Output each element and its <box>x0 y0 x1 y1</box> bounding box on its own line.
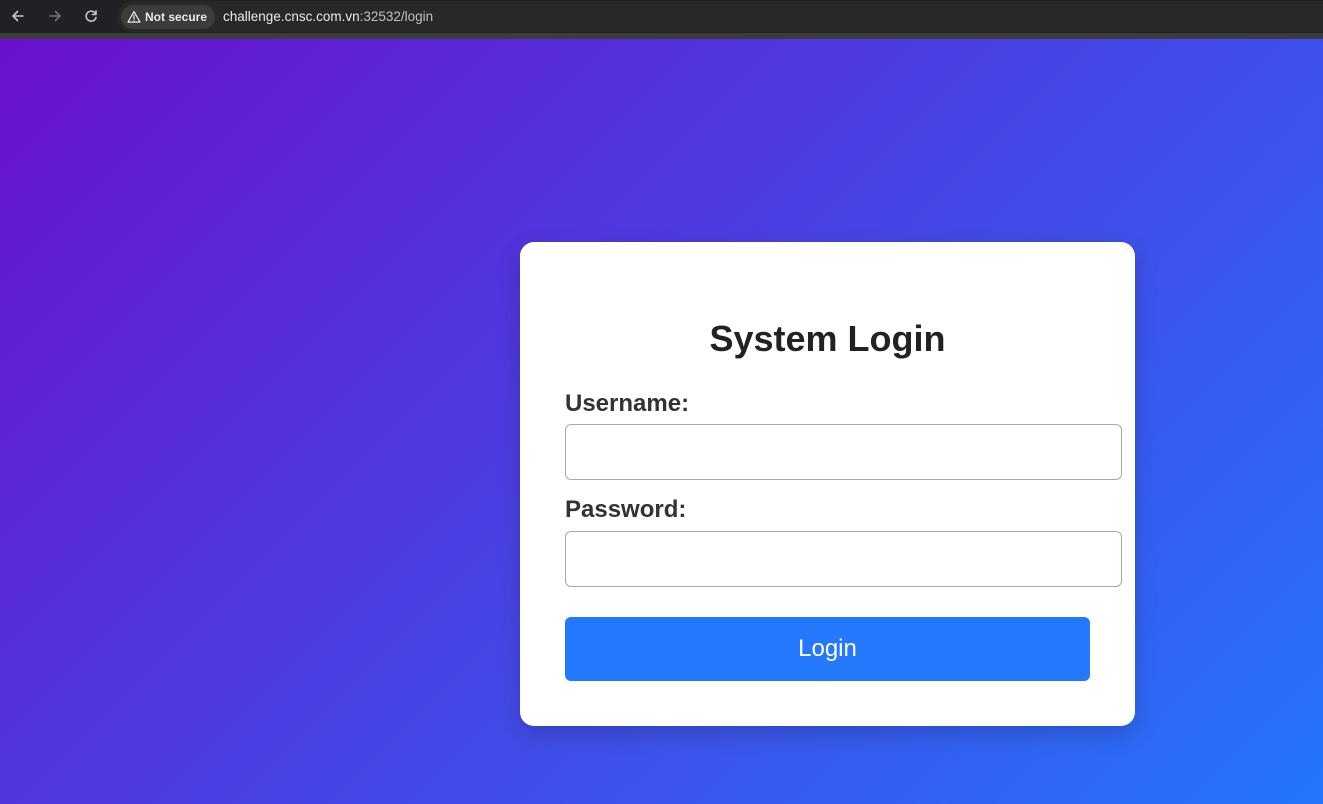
username-input[interactable] <box>565 424 1122 480</box>
login-button[interactable]: Login <box>565 617 1090 681</box>
browser-toolbar: Not secure challenge.cnsc.com.vn:32532/l… <box>0 0 1323 33</box>
login-card: System Login Username: Password: Login <box>520 242 1135 726</box>
reload-button[interactable] <box>79 4 103 28</box>
url-text[interactable]: challenge.cnsc.com.vn:32532/login <box>223 9 433 24</box>
page-background: System Login Username: Password: Login <box>0 39 1323 804</box>
page-title: System Login <box>709 318 946 359</box>
url-path: :32532/login <box>359 9 434 24</box>
address-bar[interactable]: Not secure challenge.cnsc.com.vn:32532/l… <box>117 1 1323 32</box>
back-button[interactable] <box>6 4 30 28</box>
back-arrow-icon <box>12 10 24 22</box>
forward-arrow-icon <box>49 10 61 22</box>
password-input[interactable] <box>565 531 1122 587</box>
password-label: Password: <box>565 496 687 523</box>
warning-triangle-icon <box>127 10 141 23</box>
username-label: Username: <box>565 390 690 417</box>
security-chip[interactable]: Not secure <box>121 4 216 29</box>
reload-icon <box>85 10 97 22</box>
forward-button[interactable] <box>43 4 67 28</box>
security-label: Not secure <box>145 9 208 24</box>
url-host: challenge.cnsc.com.vn <box>223 9 360 24</box>
